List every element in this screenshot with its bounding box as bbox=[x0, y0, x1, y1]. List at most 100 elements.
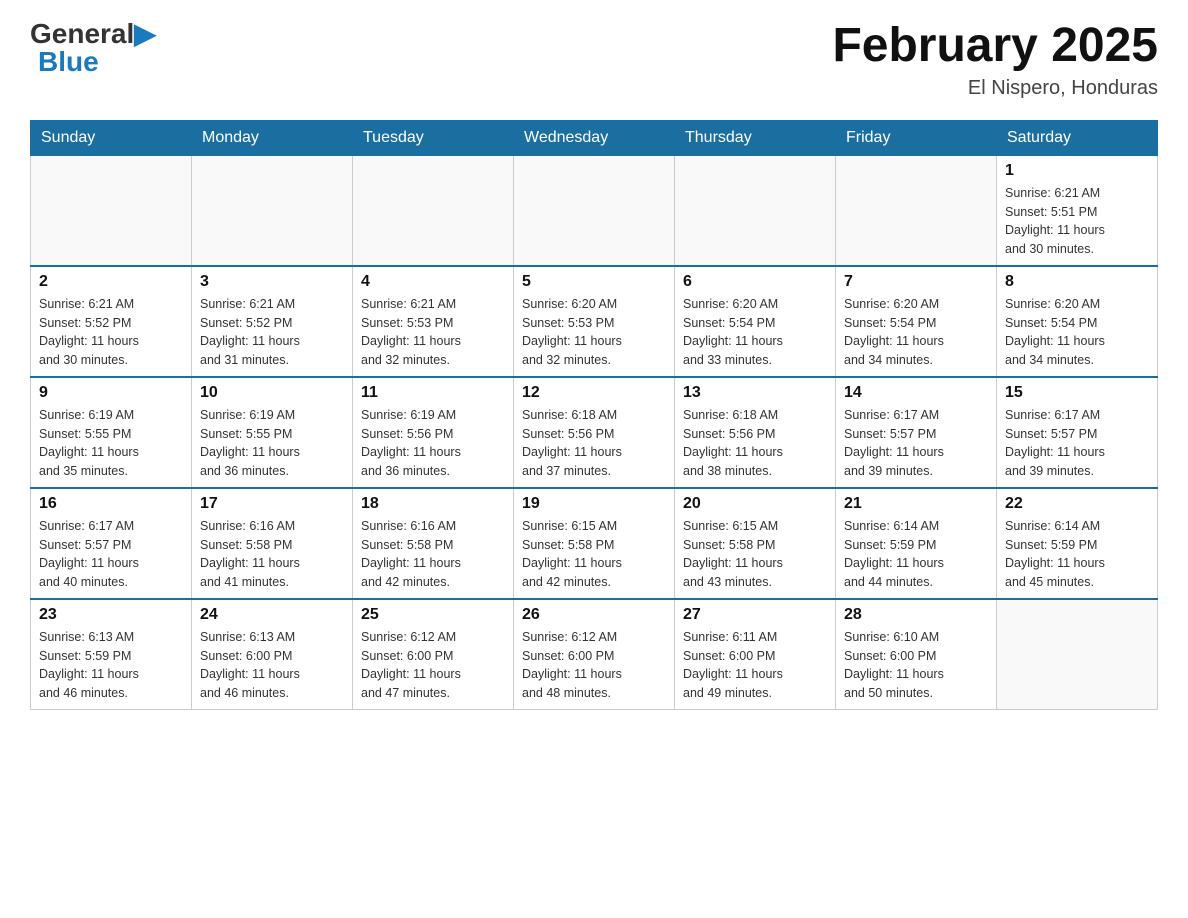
day-number: 20 bbox=[683, 495, 827, 513]
day-number: 18 bbox=[361, 495, 505, 513]
calendar-cell: 8 Sunrise: 6:20 AMSunset: 5:54 PMDaylight… bbox=[997, 266, 1158, 377]
calendar-cell: 16 Sunrise: 6:17 AMSunset: 5:57 PMDayligh… bbox=[31, 488, 192, 599]
day-info: Sunrise: 6:20 AMSunset: 5:54 PMDaylight:… bbox=[844, 295, 988, 370]
calendar-cell: 12 Sunrise: 6:18 AMSunset: 5:56 PMDayligh… bbox=[514, 377, 675, 488]
calendar-cell: 22 Sunrise: 6:14 AMSunset: 5:59 PMDayligh… bbox=[997, 488, 1158, 599]
day-info: Sunrise: 6:17 AMSunset: 5:57 PMDaylight:… bbox=[1005, 406, 1149, 481]
day-number: 3 bbox=[200, 273, 344, 291]
day-info: Sunrise: 6:20 AMSunset: 5:54 PMDaylight:… bbox=[1005, 295, 1149, 370]
calendar-cell: 1Sunrise: 6:21 AMSunset: 5:51 PMDaylight… bbox=[997, 155, 1158, 266]
calendar-cell: 19 Sunrise: 6:15 AMSunset: 5:58 PMDayligh… bbox=[514, 488, 675, 599]
day-number: 21 bbox=[844, 495, 988, 513]
calendar-cell: 5 Sunrise: 6:20 AMSunset: 5:53 PMDaylight… bbox=[514, 266, 675, 377]
calendar-cell bbox=[675, 155, 836, 266]
day-number: 4 bbox=[361, 273, 505, 291]
calendar-cell: 4 Sunrise: 6:21 AMSunset: 5:53 PMDaylight… bbox=[353, 266, 514, 377]
day-number: 15 bbox=[1005, 384, 1149, 402]
calendar-cell: 11 Sunrise: 6:19 AMSunset: 5:56 PMDayligh… bbox=[353, 377, 514, 488]
day-info: Sunrise: 6:21 AMSunset: 5:53 PMDaylight:… bbox=[361, 295, 505, 370]
calendar-cell bbox=[514, 155, 675, 266]
day-info: Sunrise: 6:16 AMSunset: 5:58 PMDaylight:… bbox=[361, 517, 505, 592]
calendar-cell: 2 Sunrise: 6:21 AMSunset: 5:52 PMDaylight… bbox=[31, 266, 192, 377]
day-number: 12 bbox=[522, 384, 666, 402]
logo: General▶ Blue bbox=[30, 20, 156, 76]
calendar-week-row: 16 Sunrise: 6:17 AMSunset: 5:57 PMDayligh… bbox=[31, 488, 1158, 599]
day-number: 27 bbox=[683, 606, 827, 624]
day-number: 6 bbox=[683, 273, 827, 291]
day-number: 11 bbox=[361, 384, 505, 402]
day-info: Sunrise: 6:20 AMSunset: 5:53 PMDaylight:… bbox=[522, 295, 666, 370]
calendar-cell: 28 Sunrise: 6:10 AMSunset: 6:00 PMDayligh… bbox=[836, 599, 997, 710]
day-number: 9 bbox=[39, 384, 183, 402]
calendar-cell: 6 Sunrise: 6:20 AMSunset: 5:54 PMDaylight… bbox=[675, 266, 836, 377]
day-info: Sunrise: 6:12 AMSunset: 6:00 PMDaylight:… bbox=[361, 628, 505, 703]
calendar-cell: 9 Sunrise: 6:19 AMSunset: 5:55 PMDaylight… bbox=[31, 377, 192, 488]
calendar-cell: 23 Sunrise: 6:13 AMSunset: 5:59 PMDayligh… bbox=[31, 599, 192, 710]
calendar-week-row: 23 Sunrise: 6:13 AMSunset: 5:59 PMDayligh… bbox=[31, 599, 1158, 710]
day-info: Sunrise: 6:14 AMSunset: 5:59 PMDaylight:… bbox=[844, 517, 988, 592]
calendar-cell: 18 Sunrise: 6:16 AMSunset: 5:58 PMDayligh… bbox=[353, 488, 514, 599]
calendar-header-row: SundayMondayTuesdayWednesdayThursdayFrid… bbox=[31, 120, 1158, 155]
day-of-week-header: Friday bbox=[836, 120, 997, 155]
calendar-cell: 15 Sunrise: 6:17 AMSunset: 5:57 PMDayligh… bbox=[997, 377, 1158, 488]
day-info: Sunrise: 6:18 AMSunset: 5:56 PMDaylight:… bbox=[522, 406, 666, 481]
calendar-cell: 13 Sunrise: 6:18 AMSunset: 5:56 PMDayligh… bbox=[675, 377, 836, 488]
day-number: 28 bbox=[844, 606, 988, 624]
day-number: 8 bbox=[1005, 273, 1149, 291]
calendar-cell: 21 Sunrise: 6:14 AMSunset: 5:59 PMDayligh… bbox=[836, 488, 997, 599]
calendar-cell bbox=[31, 155, 192, 266]
title-section: February 2025 El Nispero, Honduras bbox=[832, 20, 1158, 100]
day-number: 16 bbox=[39, 495, 183, 513]
day-of-week-header: Tuesday bbox=[353, 120, 514, 155]
calendar-subtitle: El Nispero, Honduras bbox=[832, 77, 1158, 100]
day-number: 17 bbox=[200, 495, 344, 513]
calendar-cell: 25 Sunrise: 6:12 AMSunset: 6:00 PMDayligh… bbox=[353, 599, 514, 710]
day-info: Sunrise: 6:21 AMSunset: 5:52 PMDaylight:… bbox=[39, 295, 183, 370]
logo-general-text: General▶ bbox=[30, 20, 156, 48]
day-number: 14 bbox=[844, 384, 988, 402]
calendar-cell: 24Sunrise: 6:13 AMSunset: 6:00 PMDayligh… bbox=[192, 599, 353, 710]
calendar-cell bbox=[997, 599, 1158, 710]
day-number: 5 bbox=[522, 273, 666, 291]
day-info: Sunrise: 6:19 AMSunset: 5:56 PMDaylight:… bbox=[361, 406, 505, 481]
day-number: 13 bbox=[683, 384, 827, 402]
day-number: 10 bbox=[200, 384, 344, 402]
calendar-cell: 3Sunrise: 6:21 AMSunset: 5:52 PMDaylight… bbox=[192, 266, 353, 377]
day-info: Sunrise: 6:19 AMSunset: 5:55 PMDaylight:… bbox=[39, 406, 183, 481]
day-info: Sunrise: 6:13 AMSunset: 5:59 PMDaylight:… bbox=[39, 628, 183, 703]
day-info: Sunrise: 6:17 AMSunset: 5:57 PMDaylight:… bbox=[39, 517, 183, 592]
day-number: 7 bbox=[844, 273, 988, 291]
day-info: Sunrise: 6:11 AMSunset: 6:00 PMDaylight:… bbox=[683, 628, 827, 703]
calendar-cell: 20 Sunrise: 6:15 AMSunset: 5:58 PMDayligh… bbox=[675, 488, 836, 599]
day-number: 2 bbox=[39, 273, 183, 291]
calendar-cell bbox=[192, 155, 353, 266]
calendar-week-row: 1Sunrise: 6:21 AMSunset: 5:51 PMDaylight… bbox=[31, 155, 1158, 266]
day-of-week-header: Sunday bbox=[31, 120, 192, 155]
day-number: 23 bbox=[39, 606, 183, 624]
day-info: Sunrise: 6:18 AMSunset: 5:56 PMDaylight:… bbox=[683, 406, 827, 481]
day-number: 19 bbox=[522, 495, 666, 513]
calendar-cell: 14 Sunrise: 6:17 AMSunset: 5:57 PMDayligh… bbox=[836, 377, 997, 488]
calendar-cell: 26 Sunrise: 6:12 AMSunset: 6:00 PMDayligh… bbox=[514, 599, 675, 710]
day-info: Sunrise: 6:15 AMSunset: 5:58 PMDaylight:… bbox=[683, 517, 827, 592]
day-info: Sunrise: 6:19 AMSunset: 5:55 PMDaylight:… bbox=[200, 406, 344, 481]
day-info: Sunrise: 6:14 AMSunset: 5:59 PMDaylight:… bbox=[1005, 517, 1149, 592]
calendar-cell: 10 Sunrise: 6:19 AMSunset: 5:55 PMDayligh… bbox=[192, 377, 353, 488]
calendar-cell: 17 Sunrise: 6:16 AMSunset: 5:58 PMDayligh… bbox=[192, 488, 353, 599]
day-number: 25 bbox=[361, 606, 505, 624]
day-info: Sunrise: 6:12 AMSunset: 6:00 PMDaylight:… bbox=[522, 628, 666, 703]
day-info: Sunrise: 6:15 AMSunset: 5:58 PMDaylight:… bbox=[522, 517, 666, 592]
day-of-week-header: Saturday bbox=[997, 120, 1158, 155]
day-info: Sunrise: 6:16 AMSunset: 5:58 PMDaylight:… bbox=[200, 517, 344, 592]
day-number: 22 bbox=[1005, 495, 1149, 513]
day-info: Sunrise: 6:21 AMSunset: 5:51 PMDaylight:… bbox=[1005, 184, 1149, 259]
day-info: Sunrise: 6:17 AMSunset: 5:57 PMDaylight:… bbox=[844, 406, 988, 481]
day-of-week-header: Thursday bbox=[675, 120, 836, 155]
day-info: Sunrise: 6:10 AMSunset: 6:00 PMDaylight:… bbox=[844, 628, 988, 703]
day-of-week-header: Wednesday bbox=[514, 120, 675, 155]
calendar-week-row: 9 Sunrise: 6:19 AMSunset: 5:55 PMDaylight… bbox=[31, 377, 1158, 488]
day-info: Sunrise: 6:20 AMSunset: 5:54 PMDaylight:… bbox=[683, 295, 827, 370]
day-number: 26 bbox=[522, 606, 666, 624]
calendar-week-row: 2 Sunrise: 6:21 AMSunset: 5:52 PMDaylight… bbox=[31, 266, 1158, 377]
day-info: Sunrise: 6:13 AMSunset: 6:00 PMDaylight:… bbox=[200, 628, 344, 703]
